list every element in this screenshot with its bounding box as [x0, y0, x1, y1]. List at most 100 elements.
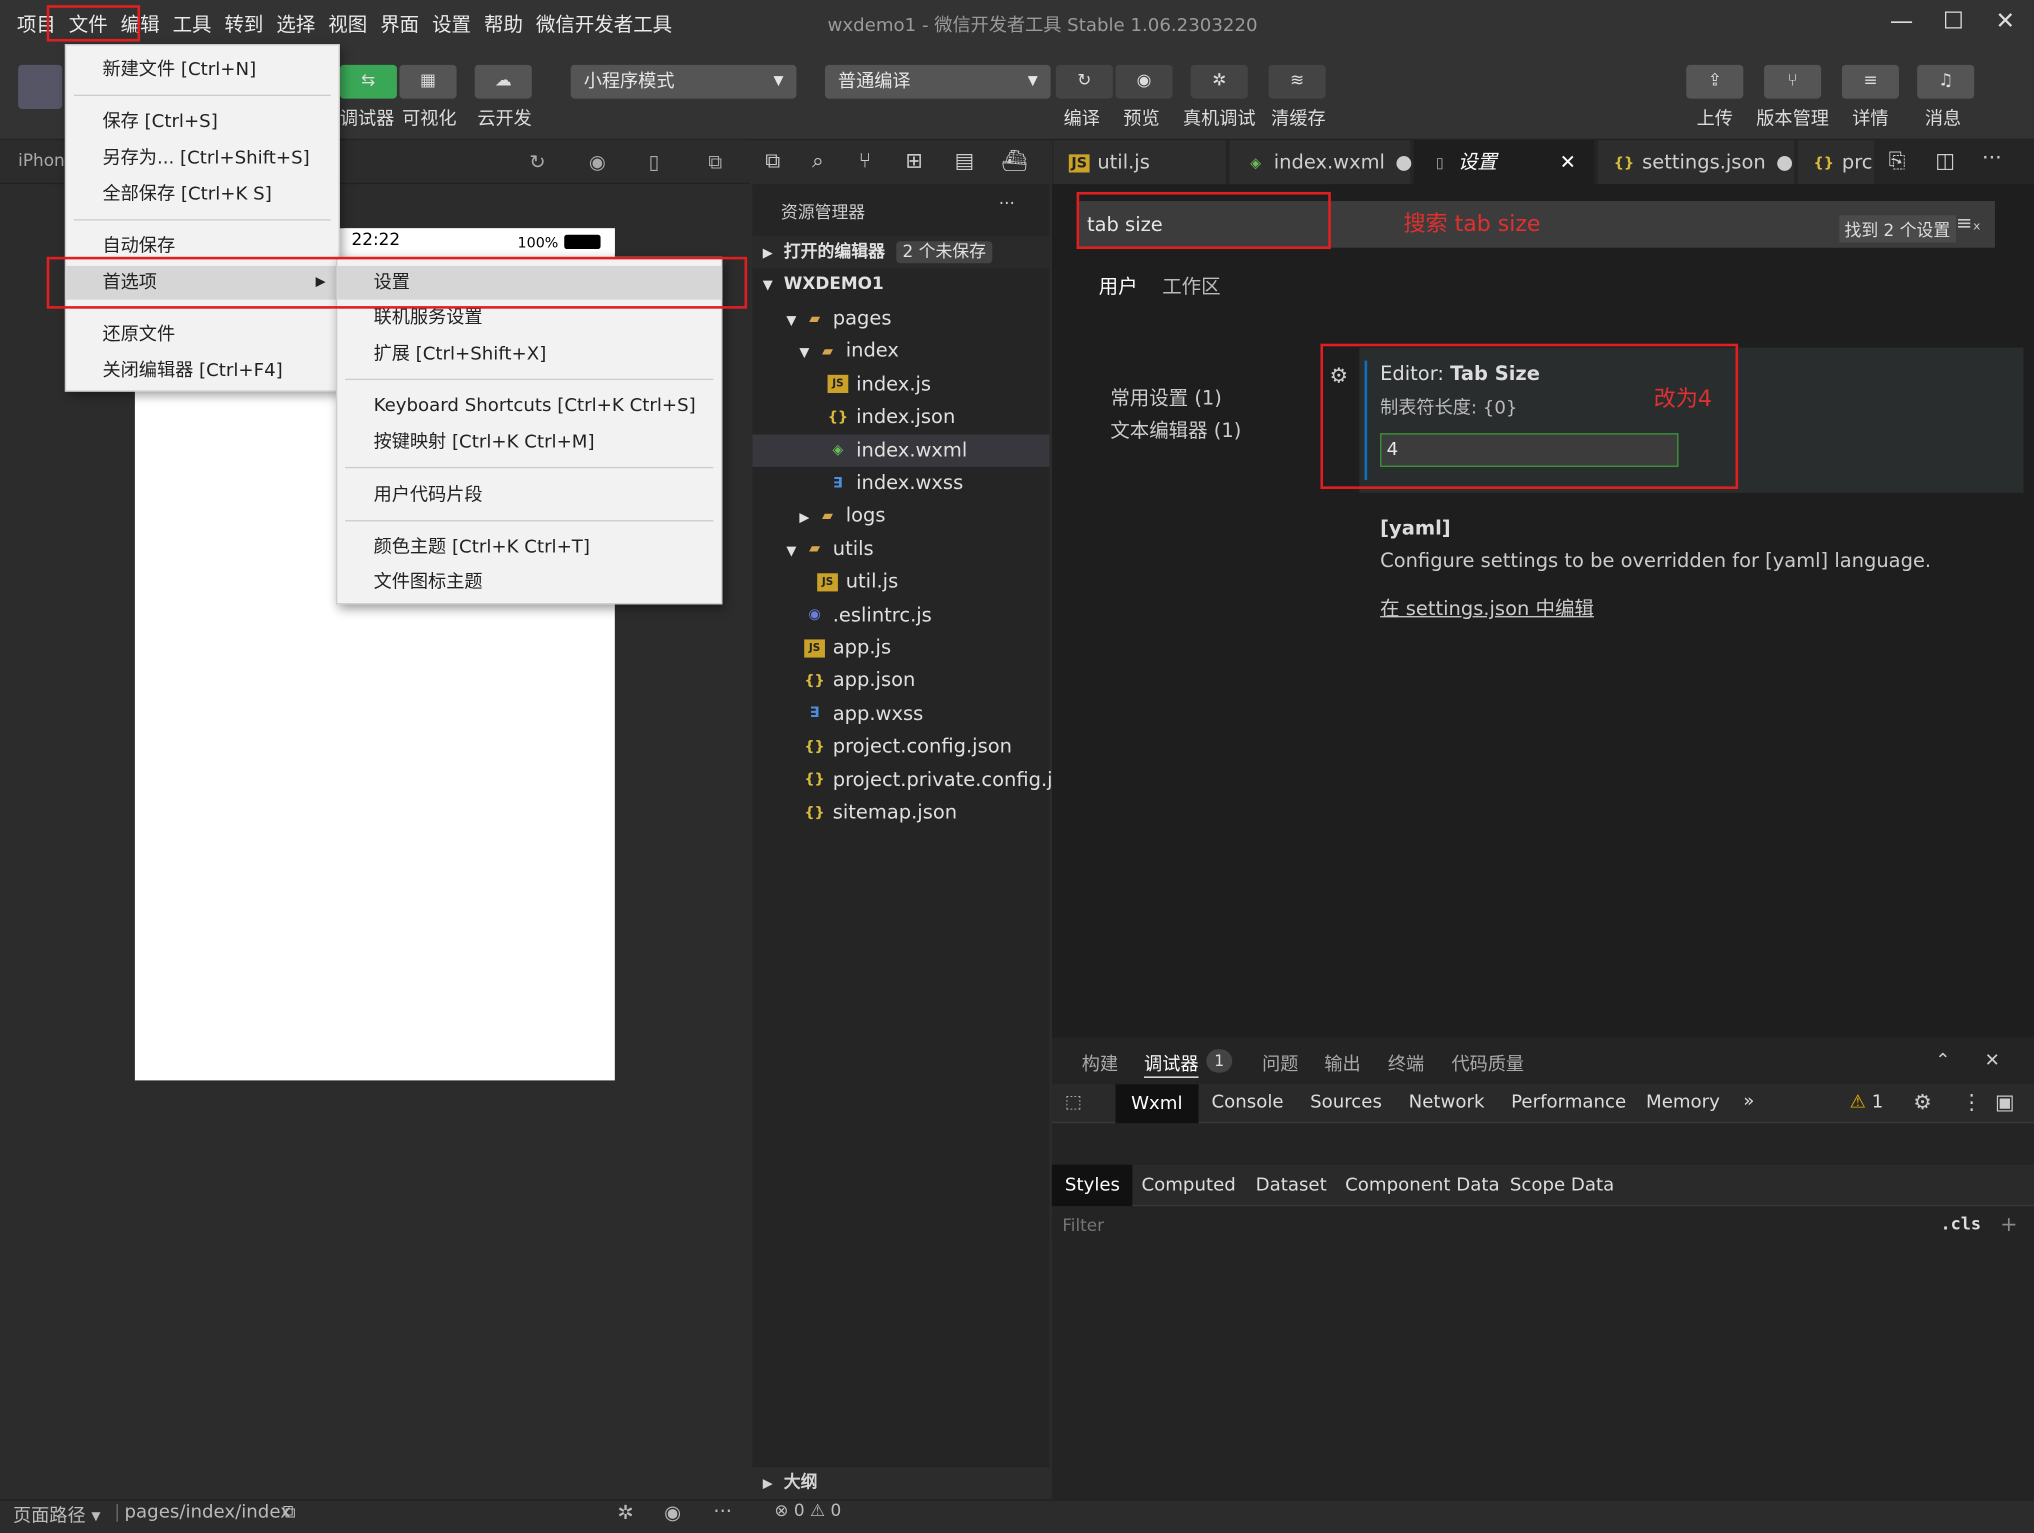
menu-settings[interactable]: 设置 — [426, 8, 478, 40]
tree-item[interactable]: ∃ app.wxss — [752, 698, 1049, 730]
extensions-icon[interactable]: ⊞ — [905, 148, 922, 173]
preview-button[interactable]: ◉ — [1115, 64, 1173, 99]
messages-button[interactable]: ♫ — [1917, 64, 1975, 99]
tab-settings-json[interactable]: {} settings.json ● — [1598, 140, 1796, 185]
add-rule-button[interactable]: + — [2000, 1211, 2017, 1236]
minimize-button[interactable]: — — [1876, 8, 1928, 35]
storage-icon[interactable]: ▤ — [955, 148, 975, 173]
submenu-item-keymaps[interactable]: 按键映射 [Ctrl+K Ctrl+M] — [337, 425, 721, 459]
bug-icon[interactable]: ✲ — [617, 1501, 633, 1524]
maximize-button[interactable]: ☐ — [1927, 8, 1979, 35]
record-icon[interactable]: ◉ — [589, 150, 606, 173]
component-data-tab[interactable]: Component Data — [1345, 1175, 1500, 1196]
menu-item-save-all[interactable]: 全部保存 [Ctrl+K S] — [66, 178, 338, 212]
open-editors-section[interactable]: ▶ 打开的编辑器 2 个未保存 — [752, 236, 1050, 269]
tree-item[interactable]: ▼ ▰ index — [752, 335, 1049, 367]
panel-tab-problems[interactable]: 问题 — [1262, 1051, 1298, 1077]
avatar[interactable] — [18, 64, 63, 109]
compile-button[interactable]: ↻ — [1055, 64, 1113, 99]
submenu-item-color-theme[interactable]: 颜色主题 [Ctrl+K Ctrl+T] — [337, 530, 721, 564]
panel-tab-build[interactable]: 构建 — [1082, 1051, 1118, 1077]
search-icon[interactable]: ⌕ — [812, 148, 824, 174]
files-icon[interactable]: ⧉ — [765, 148, 780, 174]
devtools-tab-wxml[interactable]: Wxml — [1115, 1084, 1199, 1124]
gear-icon[interactable]: ⚙ — [1913, 1089, 1932, 1114]
menu-goto[interactable]: 转到 — [218, 8, 270, 40]
dataset-tab[interactable]: Dataset — [1256, 1175, 1327, 1196]
panel-tab-output[interactable]: 输出 — [1324, 1051, 1360, 1077]
scope-data-tab[interactable]: Scope Data — [1510, 1175, 1614, 1196]
clear-filter-icon[interactable]: ≡ₓ — [1956, 211, 1981, 234]
menu-item-close-editor[interactable]: 关闭编辑器 [Ctrl+F4] — [66, 354, 338, 388]
menu-item-save[interactable]: 保存 [Ctrl+S] — [66, 105, 338, 139]
menu-tools[interactable]: 工具 — [166, 8, 218, 40]
tab-index-wxml[interactable]: ◈ index.wxml ● — [1229, 140, 1412, 185]
tree-item[interactable]: JS util.js — [752, 566, 1049, 598]
edit-in-settings-json-link[interactable]: 在 settings.json 中编辑 — [1380, 594, 1594, 621]
inspect-icon[interactable]: ⬚ — [1065, 1092, 1082, 1113]
close-icon[interactable]: ✕ — [1560, 140, 1576, 184]
devtools-tab-performance[interactable]: Performance — [1511, 1092, 1626, 1113]
menu-item-revert[interactable]: 还原文件 — [66, 318, 338, 352]
more-actions-icon[interactable]: ··· — [1982, 145, 2002, 170]
submenu-item-extensions[interactable]: 扩展 [Ctrl+Shift+X] — [337, 337, 721, 371]
more-icon[interactable]: ··· — [713, 1499, 732, 1522]
tab-util-js[interactable]: JS util.js — [1053, 140, 1228, 185]
version-button[interactable]: ⑂ — [1764, 64, 1822, 99]
cloud-button[interactable]: ☁ — [474, 64, 532, 99]
tree-item[interactable]: ◉ .eslintrc.js — [752, 599, 1049, 631]
computed-tab[interactable]: Computed — [1141, 1175, 1235, 1196]
panel-tab-debugger[interactable]: 调试器 — [1144, 1051, 1199, 1078]
debugger-toggle-button[interactable]: ⇆ — [339, 64, 397, 99]
menu-interface[interactable]: 界面 — [374, 8, 426, 40]
tree-item[interactable]: ∃ index.wxss — [752, 467, 1049, 499]
more-tabs-icon[interactable]: » — [1743, 1091, 1754, 1112]
devtools-tab-network[interactable]: Network — [1409, 1092, 1485, 1113]
mode-select[interactable]: 小程序模式 ▼ — [570, 64, 797, 99]
dock-icon[interactable]: ▣ — [1995, 1089, 2015, 1114]
tree-item[interactable]: ▼ ▰ pages — [752, 302, 1049, 334]
open-settings-json-icon[interactable]: ⎘ — [1889, 148, 1906, 174]
copy-icon[interactable]: ⧉ — [283, 1502, 296, 1523]
scope-tab-workspace[interactable]: 工作区 — [1162, 272, 1220, 299]
details-button[interactable]: ≡ — [1841, 64, 1899, 99]
menu-help[interactable]: 帮助 — [478, 8, 530, 40]
page-path-dropdown[interactable]: 页面路径 ▾ — [13, 1502, 101, 1528]
tree-item[interactable]: ▶ ▰ logs — [752, 500, 1049, 532]
warning-icon[interactable]: ⚠ — [1850, 1092, 1866, 1113]
source-control-icon[interactable]: ⑂ — [859, 148, 871, 173]
cls-button[interactable]: .cls — [1940, 1215, 1981, 1234]
eye-icon[interactable]: ◉ — [664, 1501, 681, 1524]
devtools-tab-console[interactable]: Console — [1211, 1092, 1283, 1113]
submenu-item-user-snippets[interactable]: 用户代码片段 — [337, 479, 721, 513]
styles-filter-input[interactable] — [1051, 1208, 1922, 1243]
tab-settings[interactable]: ▯ 设置 ✕ — [1413, 140, 1596, 185]
clear-cache-button[interactable]: ≋ — [1268, 64, 1326, 99]
more-icon[interactable]: ··· — [999, 195, 1015, 214]
phone-icon[interactable]: ▯ — [649, 150, 660, 173]
rotate-icon[interactable]: ↻ — [529, 150, 545, 173]
styles-tab[interactable]: Styles — [1051, 1164, 1133, 1207]
panel-tab-code-quality[interactable]: 代码质量 — [1451, 1051, 1524, 1077]
submenu-item-file-icon-theme[interactable]: 文件图标主题 — [337, 565, 721, 599]
menu-wechat-devtools[interactable]: 微信开发者工具 — [529, 8, 678, 40]
tree-item[interactable]: {} index.json — [752, 401, 1049, 433]
toc-commonly-used[interactable]: 常用设置 (1) — [1110, 384, 1222, 411]
tree-item[interactable]: {} project.config.json — [752, 730, 1049, 762]
problems-indicator[interactable]: ⊗ 0 ⚠ 0 — [774, 1502, 841, 1521]
devtools-tab-sources[interactable]: Sources — [1310, 1092, 1382, 1113]
menu-select[interactable]: 选择 — [270, 8, 322, 40]
tree-item[interactable]: {} app.json — [752, 665, 1049, 697]
menu-item-save-as[interactable]: 另存为... [Ctrl+Shift+S] — [66, 141, 338, 175]
submenu-item-keyboard-shortcuts[interactable]: Keyboard Shortcuts [Ctrl+K Ctrl+S] — [337, 389, 721, 423]
upload-button[interactable]: ⇪ — [1686, 64, 1744, 99]
tree-item[interactable]: {} project.private.config.js... — [752, 763, 1081, 795]
remote-debug-button[interactable]: ✲ — [1190, 64, 1248, 99]
toc-text-editor[interactable]: 文本编辑器 (1) — [1110, 416, 1241, 443]
tree-item[interactable]: JS index.js — [752, 368, 1049, 400]
close-panel-icon[interactable]: ✕ — [1985, 1051, 2000, 1072]
docker-icon[interactable]: ⛴ — [1001, 148, 1027, 173]
panel-tab-terminal[interactable]: 终端 — [1388, 1051, 1424, 1077]
chevron-up-icon[interactable]: ⌃ — [1935, 1051, 1950, 1072]
kebab-menu-icon[interactable]: ⋮ — [1961, 1089, 1982, 1114]
